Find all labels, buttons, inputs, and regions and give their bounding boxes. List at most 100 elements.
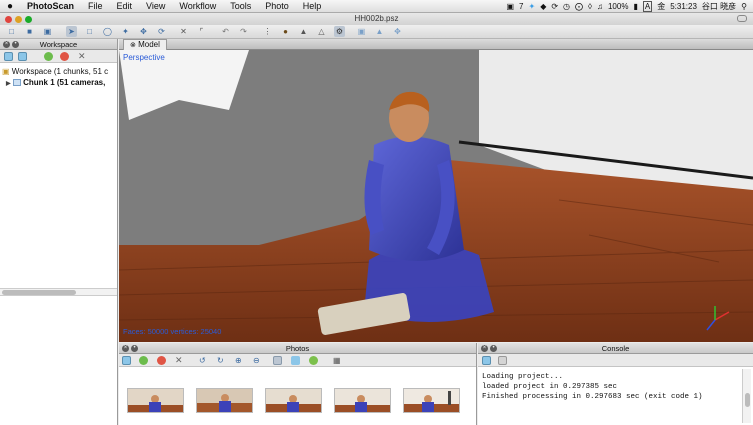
add-photos-icon[interactable] — [122, 356, 131, 365]
photo-thumbnail[interactable] — [265, 388, 322, 413]
photos-title: Photos — [285, 344, 310, 353]
wireframe-icon[interactable]: △ — [316, 26, 327, 37]
chunk-item[interactable]: ▶ Chunk 1 (51 cameras, — [2, 77, 117, 90]
tab-close-icon[interactable]: ⊗ — [130, 42, 136, 49]
reset-view-icon[interactable]: ✥ — [392, 26, 403, 37]
save-icon[interactable]: ▣ — [42, 26, 53, 37]
dropbox-icon[interactable]: ◆ — [540, 2, 546, 11]
battery-percent[interactable]: 100% — [608, 2, 628, 11]
twitter-icon[interactable]: ✦ — [528, 2, 535, 11]
apple-icon[interactable]: ● — [0, 1, 20, 12]
tab-model[interactable]: ⊗ Model — [123, 39, 167, 50]
expand-arrow-icon[interactable]: ▶ — [6, 81, 11, 87]
clock-icon[interactable]: ◷ — [563, 2, 570, 11]
battery-icon[interactable]: ▮ — [633, 2, 637, 11]
show-cameras-icon[interactable]: ▣ — [356, 26, 367, 37]
close-window-icon[interactable] — [5, 16, 12, 23]
workspace-scrollbar-thumb[interactable] — [2, 290, 76, 295]
console-log[interactable]: Loading project... loaded project in 0.2… — [478, 367, 753, 402]
photo-thumbnail[interactable] — [334, 388, 391, 413]
save-log-icon[interactable] — [482, 356, 491, 365]
menu-help[interactable]: Help — [296, 0, 329, 13]
status-number: 7 — [519, 1, 524, 11]
menu-workflow[interactable]: Workflow — [172, 0, 223, 13]
crop-icon[interactable]: ⌜ — [196, 26, 207, 37]
enable-cameras-icon[interactable] — [139, 356, 148, 365]
volume-icon[interactable]: ♫ — [597, 2, 603, 11]
menu-tools[interactable]: Tools — [223, 0, 258, 13]
model-3d-scene[interactable] — [119, 50, 753, 342]
clear-log-icon[interactable] — [498, 356, 507, 365]
console-line: Finished processing in 0.297683 sec (exi… — [482, 393, 703, 401]
photo-thumbnail[interactable] — [127, 388, 184, 413]
remove-photos-icon[interactable]: ✕ — [175, 356, 184, 365]
textured-icon[interactable]: ⚙ — [334, 26, 345, 37]
menu-photo[interactable]: Photo — [258, 0, 296, 13]
rotate-region-icon[interactable]: ⟳ — [156, 26, 167, 37]
new-document-icon[interactable]: □ — [6, 26, 17, 37]
delete-selection-icon[interactable]: ✕ — [178, 26, 189, 37]
float-panel-icon[interactable]: • — [131, 345, 138, 352]
toolbar-toggle-icon[interactable] — [737, 15, 747, 22]
circle-select-icon[interactable]: ◯ — [102, 26, 113, 37]
move-region-icon[interactable]: ✥ — [138, 26, 149, 37]
disable-cameras-icon[interactable] — [60, 52, 69, 61]
console-line: Loading project... — [482, 373, 564, 381]
menubar-user[interactable]: 谷口 晓彦 — [702, 1, 736, 12]
menu-app-name[interactable]: PhotoScan — [20, 0, 81, 13]
menu-view[interactable]: View — [139, 0, 172, 13]
close-panel-icon[interactable]: × — [481, 345, 488, 352]
workspace-icon: ▣ — [2, 67, 10, 76]
menu-file[interactable]: File — [81, 0, 110, 13]
add-chunk-icon[interactable] — [4, 52, 13, 61]
close-panel-icon[interactable]: × — [3, 41, 10, 48]
window-titlebar: HH002b.psz — [0, 13, 753, 25]
point-cloud-icon[interactable]: ⋮ — [262, 26, 273, 37]
console-panel: × • Console Loading project... loaded pr… — [478, 343, 753, 425]
view-masks-icon[interactable] — [309, 356, 318, 365]
open-folder-icon[interactable]: ■ — [24, 26, 35, 37]
float-panel-icon[interactable]: • — [490, 345, 497, 352]
menu-edit[interactable]: Edit — [110, 0, 140, 13]
enable-cameras-icon[interactable] — [44, 52, 53, 61]
sync-icon[interactable]: ⟳ — [551, 2, 558, 11]
workspace-root-item[interactable]: ▣ Workspace (1 chunks, 51 c — [2, 66, 117, 77]
zoom-window-icon[interactable] — [25, 16, 32, 23]
solid-icon[interactable]: ▲ — [298, 26, 309, 37]
rotate-right-icon[interactable]: ↻ — [217, 356, 226, 365]
photo-thumbnail[interactable] — [403, 388, 460, 413]
redo-icon[interactable]: ↷ — [238, 26, 249, 37]
grid-options-icon[interactable]: ▦ — [333, 356, 342, 365]
float-panel-icon[interactable]: • — [12, 41, 19, 48]
zoom-in-icon[interactable]: ⊕ — [235, 356, 244, 365]
wifi-icon[interactable]: ◊ — [588, 2, 592, 11]
rotate-left-icon[interactable]: ↺ — [199, 356, 208, 365]
menubar-day[interactable]: 金 — [657, 1, 665, 12]
close-panel-icon[interactable]: × — [122, 345, 129, 352]
photo-thumbnail[interactable] — [196, 388, 253, 413]
zoom-out-icon[interactable]: ⊖ — [253, 356, 262, 365]
view-details-icon[interactable] — [291, 356, 300, 365]
bluetooth-icon[interactable]: ⨀ — [575, 2, 583, 11]
model-view[interactable]: ⊗ Model Perspective Faces: 50000 vertice… — [119, 39, 753, 342]
view-mode-label: Perspective — [123, 53, 165, 62]
free-select-icon[interactable]: ✦ — [120, 26, 131, 37]
undo-icon[interactable]: ↶ — [220, 26, 231, 37]
add-photos-icon[interactable] — [18, 52, 27, 61]
show-region-icon[interactable]: ▲ — [374, 26, 385, 37]
disable-cameras-icon[interactable] — [157, 356, 166, 365]
menubar-clock[interactable]: 5:31:23 — [670, 2, 697, 11]
photos-panel: × • Photos ✕ ↺ ↻ ⊕ ⊖ ▦ — [119, 343, 477, 425]
console-scrollbar[interactable] — [742, 369, 751, 423]
minimize-window-icon[interactable] — [15, 16, 22, 23]
remove-items-icon[interactable]: ✕ — [78, 52, 87, 61]
spotlight-icon[interactable]: ⚲ — [741, 2, 747, 11]
workspace-scrollbar[interactable] — [0, 288, 117, 296]
console-scrollbar-thumb[interactable] — [745, 393, 750, 407]
input-source-icon[interactable]: A — [642, 0, 653, 12]
view-thumbnails-icon[interactable] — [273, 356, 282, 365]
shaded-icon[interactable]: ● — [280, 26, 291, 37]
rectangle-select-icon[interactable]: □ — [84, 26, 95, 37]
monitor-icon[interactable]: ▣ — [506, 2, 514, 11]
navigate-icon[interactable]: ➤ — [66, 26, 77, 37]
